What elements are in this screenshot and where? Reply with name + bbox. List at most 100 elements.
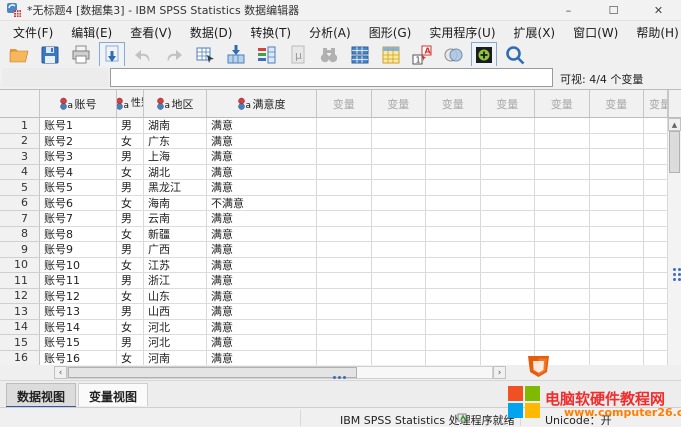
empty-cell[interactable] — [317, 335, 372, 351]
goto-case-icon[interactable] — [192, 42, 218, 68]
data-cell[interactable]: 账号14 — [40, 320, 117, 336]
empty-cell[interactable] — [426, 165, 481, 181]
empty-variable-header[interactable]: 变量 — [535, 90, 590, 118]
scroll-left-icon[interactable]: ‹ — [54, 366, 67, 379]
show-all-variables-icon[interactable] — [471, 42, 497, 68]
empty-cell[interactable] — [317, 242, 372, 258]
row-number[interactable]: 5 — [0, 180, 40, 196]
use-variable-sets-icon[interactable] — [440, 42, 466, 68]
data-cell[interactable]: 男 — [117, 273, 144, 289]
empty-cell[interactable] — [590, 196, 645, 212]
data-cell[interactable]: 黑龙江 — [144, 180, 207, 196]
empty-cell[interactable] — [426, 196, 481, 212]
cell-editor-input[interactable] — [110, 68, 553, 87]
close-button[interactable]: ✕ — [636, 0, 681, 21]
data-cell[interactable]: 账号11 — [40, 273, 117, 289]
empty-cell[interactable] — [535, 211, 590, 227]
empty-cell[interactable] — [535, 258, 590, 274]
menu-item[interactable]: 查看(V) — [121, 22, 181, 43]
row-number[interactable]: 9 — [0, 242, 40, 258]
empty-cell[interactable] — [535, 289, 590, 305]
data-cell[interactable]: 上海 — [144, 149, 207, 165]
empty-cell[interactable] — [317, 289, 372, 305]
empty-variable-header[interactable]: 变量 — [317, 90, 372, 118]
data-cell[interactable]: 山西 — [144, 304, 207, 320]
data-cell[interactable]: 账号7 — [40, 211, 117, 227]
empty-cell[interactable] — [590, 304, 645, 320]
empty-variable-header[interactable]: 变量 — [372, 90, 427, 118]
data-cell[interactable]: 女 — [117, 227, 144, 243]
menu-item[interactable]: 扩展(X) — [505, 22, 565, 43]
column-header-1[interactable]: a账号 — [40, 90, 117, 118]
empty-cell[interactable] — [426, 304, 481, 320]
empty-cell[interactable] — [644, 211, 668, 227]
empty-cell[interactable] — [644, 258, 668, 274]
data-cell[interactable]: 河南 — [144, 351, 207, 366]
row-number[interactable]: 2 — [0, 134, 40, 150]
empty-cell[interactable] — [481, 165, 536, 181]
column-header-4[interactable]: a满意度 — [207, 90, 317, 118]
empty-cell[interactable] — [481, 335, 536, 351]
empty-cell[interactable] — [535, 335, 590, 351]
data-cell[interactable]: 满意 — [207, 320, 317, 336]
empty-cell[interactable] — [644, 180, 668, 196]
empty-cell[interactable] — [590, 118, 645, 134]
empty-cell[interactable] — [644, 196, 668, 212]
row-number[interactable]: 14 — [0, 320, 40, 336]
data-cell[interactable]: 账号6 — [40, 196, 117, 212]
empty-cell[interactable] — [535, 118, 590, 134]
tab-data-view[interactable]: 数据视图 — [6, 383, 76, 406]
data-cell[interactable]: 男 — [117, 304, 144, 320]
data-cell[interactable]: 浙江 — [144, 273, 207, 289]
open-data-icon[interactable] — [6, 42, 32, 68]
empty-cell[interactable] — [317, 273, 372, 289]
empty-cell[interactable] — [535, 180, 590, 196]
empty-cell[interactable] — [590, 258, 645, 274]
save-icon[interactable] — [37, 42, 63, 68]
empty-cell[interactable] — [535, 227, 590, 243]
data-cell[interactable]: 账号8 — [40, 227, 117, 243]
row-number[interactable]: 11 — [0, 273, 40, 289]
empty-cell[interactable] — [535, 134, 590, 150]
row-number[interactable]: 16 — [0, 351, 40, 366]
empty-cell[interactable] — [372, 320, 427, 336]
empty-cell[interactable] — [535, 242, 590, 258]
data-cell[interactable]: 满意 — [207, 242, 317, 258]
column-header-3[interactable]: a地区 — [144, 90, 207, 118]
empty-cell[interactable] — [644, 304, 668, 320]
row-number[interactable]: 13 — [0, 304, 40, 320]
data-cell[interactable]: 账号13 — [40, 304, 117, 320]
maximize-button[interactable]: ☐ — [591, 0, 636, 21]
data-cell[interactable]: 女 — [117, 196, 144, 212]
empty-cell[interactable] — [481, 118, 536, 134]
empty-cell[interactable] — [426, 335, 481, 351]
row-number[interactable]: 1 — [0, 118, 40, 134]
empty-cell[interactable] — [590, 320, 645, 336]
empty-cell[interactable] — [644, 320, 668, 336]
data-cell[interactable]: 满意 — [207, 165, 317, 181]
empty-cell[interactable] — [481, 242, 536, 258]
vertical-scroll-thumb[interactable] — [669, 131, 680, 173]
scroll-right-icon[interactable]: › — [493, 366, 506, 379]
empty-cell[interactable] — [372, 149, 427, 165]
empty-cell[interactable] — [317, 304, 372, 320]
value-labels-icon[interactable]: A1 — [409, 42, 435, 68]
data-cell[interactable]: 男 — [117, 211, 144, 227]
data-cell[interactable]: 河北 — [144, 320, 207, 336]
empty-cell[interactable] — [644, 273, 668, 289]
data-cell[interactable]: 账号16 — [40, 351, 117, 366]
empty-cell[interactable] — [481, 320, 536, 336]
empty-cell[interactable] — [372, 335, 427, 351]
empty-cell[interactable] — [481, 149, 536, 165]
empty-cell[interactable] — [535, 149, 590, 165]
row-number[interactable]: 3 — [0, 149, 40, 165]
empty-cell[interactable] — [481, 289, 536, 305]
data-cell[interactable]: 新疆 — [144, 227, 207, 243]
empty-cell[interactable] — [590, 211, 645, 227]
empty-cell[interactable] — [317, 351, 372, 366]
recall-dialogs-icon[interactable] — [99, 42, 125, 68]
scroll-up-icon[interactable]: ▲ — [668, 118, 681, 131]
empty-cell[interactable] — [317, 227, 372, 243]
variables-icon[interactable] — [254, 42, 280, 68]
row-number[interactable]: 4 — [0, 165, 40, 181]
